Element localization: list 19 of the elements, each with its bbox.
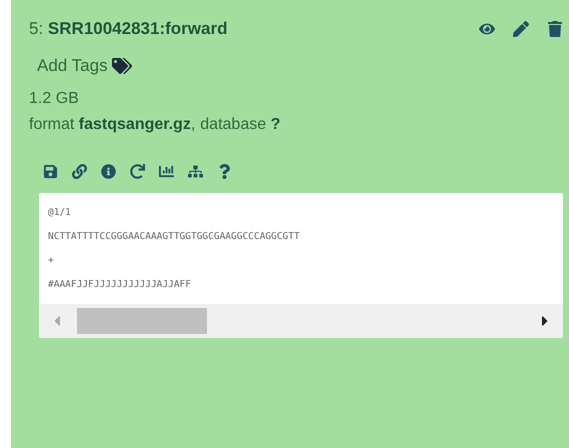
dataset-title[interactable]: 5: SRR10042831:forward bbox=[29, 19, 228, 39]
redo-icon[interactable] bbox=[130, 164, 145, 179]
peek-text: @1/1 NCTTATTTTCCGGGAACAAAGTTGGTGGCGAAGGCCCAGGCGTT + #AAAFJJFJJJJJJJJJJJAJJAFF bbox=[47, 206, 301, 292]
info-icon[interactable] bbox=[101, 164, 116, 179]
add-tags-button[interactable]: Add Tags bbox=[37, 56, 132, 76]
horizontal-scrollbar[interactable] bbox=[39, 304, 563, 338]
eye-icon[interactable] bbox=[479, 21, 495, 37]
scrollbar-thumb[interactable] bbox=[77, 308, 207, 334]
trash-icon[interactable] bbox=[547, 21, 563, 37]
help-icon[interactable] bbox=[217, 164, 232, 179]
dataset-size: 1.2 GB bbox=[29, 90, 80, 108]
database-label: database ? bbox=[200, 116, 280, 134]
tags-icon bbox=[112, 56, 132, 76]
pencil-icon[interactable] bbox=[513, 21, 529, 37]
link-icon[interactable] bbox=[72, 164, 87, 179]
format-label: format fastqsanger.gz, bbox=[29, 116, 196, 134]
save-icon[interactable] bbox=[43, 164, 58, 179]
sitemap-icon[interactable] bbox=[188, 164, 203, 179]
bar-chart-icon[interactable] bbox=[159, 164, 174, 179]
